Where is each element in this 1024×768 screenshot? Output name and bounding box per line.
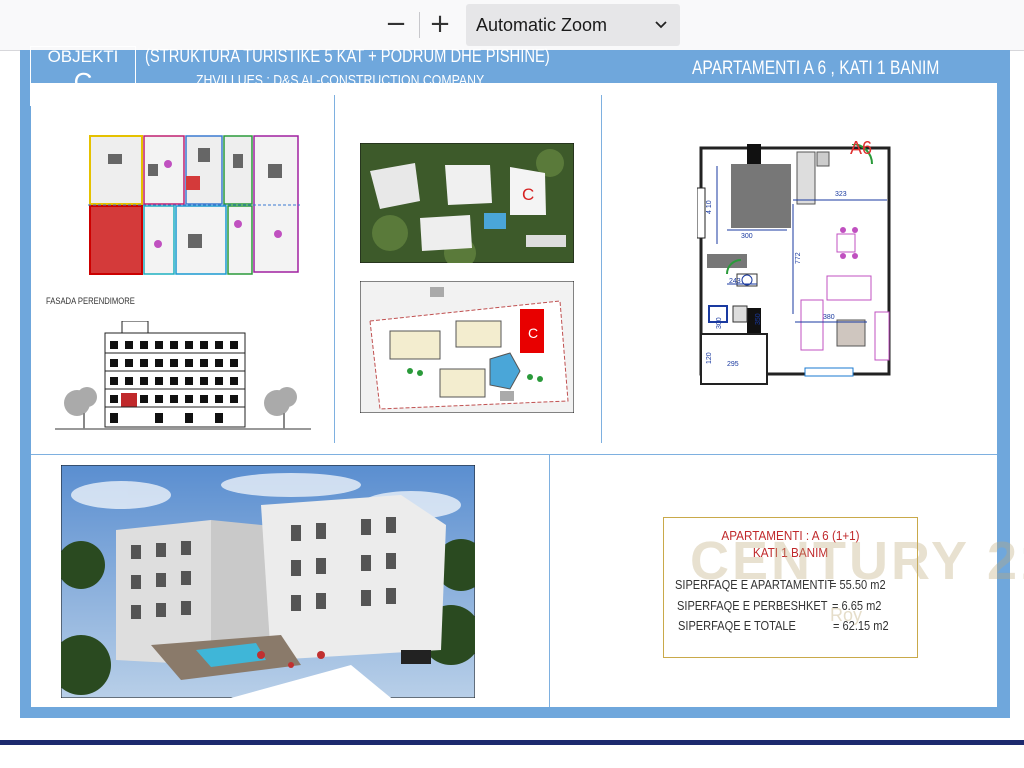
zoom-select[interactable]: Automatic Zoom [466,4,680,46]
structure-title: (STRUKTURA TURISTIKE 5 KAT + PODRUM DHE … [145,46,550,66]
floor-plan-overview [88,134,300,281]
unit-label: A6 [850,138,873,158]
grid-divider [601,95,602,443]
info-row-label: SIPERFAQE E PERBESHKET [677,598,828,613]
grid-divider [31,454,997,455]
toolbar-separator [419,12,420,38]
svg-text:350: 350 [755,313,762,325]
grid-divider [334,95,335,443]
bottom-divider [0,740,1024,745]
svg-text:300: 300 [716,317,723,329]
aerial-site-photo: C [359,142,575,269]
site-plan: C [359,280,575,418]
info-row-label: SIPERFAQE E TOTALE [678,618,796,633]
zoom-in-button[interactable]: + [426,10,454,38]
svg-text:4 10: 4 10 [706,200,713,214]
svg-text:295: 295 [727,361,739,368]
pdf-toolbar: − + Automatic Zoom [0,0,1024,51]
apartment-title: APARTAMENTI A 6 , KATI 1 BANIM [692,58,940,79]
building-render [51,464,487,703]
century21-watermark: CENTURY 21 [690,531,1024,591]
svg-text:300: 300 [741,233,753,240]
svg-text:243: 243 [729,278,741,285]
minus-icon: − [385,9,407,39]
apartment-floor-plan: 323 4 10 300 772 243 380 300 350 295 120… [696,138,897,399]
site-marker-c: C [522,185,535,204]
zoom-select-label: Automatic Zoom [476,15,608,35]
facade-drawing [55,320,311,436]
svg-text:120: 120 [706,352,713,364]
facade-label: FASADA PERENDIMORE [46,296,135,306]
svg-text:323: 323 [835,191,847,198]
objekti-label: OBJEKTI [47,47,119,66]
site-plan-marker-c: C [528,325,539,341]
plus-icon: + [429,9,451,39]
svg-text:380: 380 [823,314,835,321]
grid-divider [549,454,550,707]
zoom-out-button[interactable]: − [382,10,410,38]
document-page: OBJEKTI C (STRUKTURA TURISTIKE 5 KAT + P… [20,46,1024,718]
svg-text:772: 772 [795,252,802,264]
watermark-sub: Roy [830,605,863,625]
